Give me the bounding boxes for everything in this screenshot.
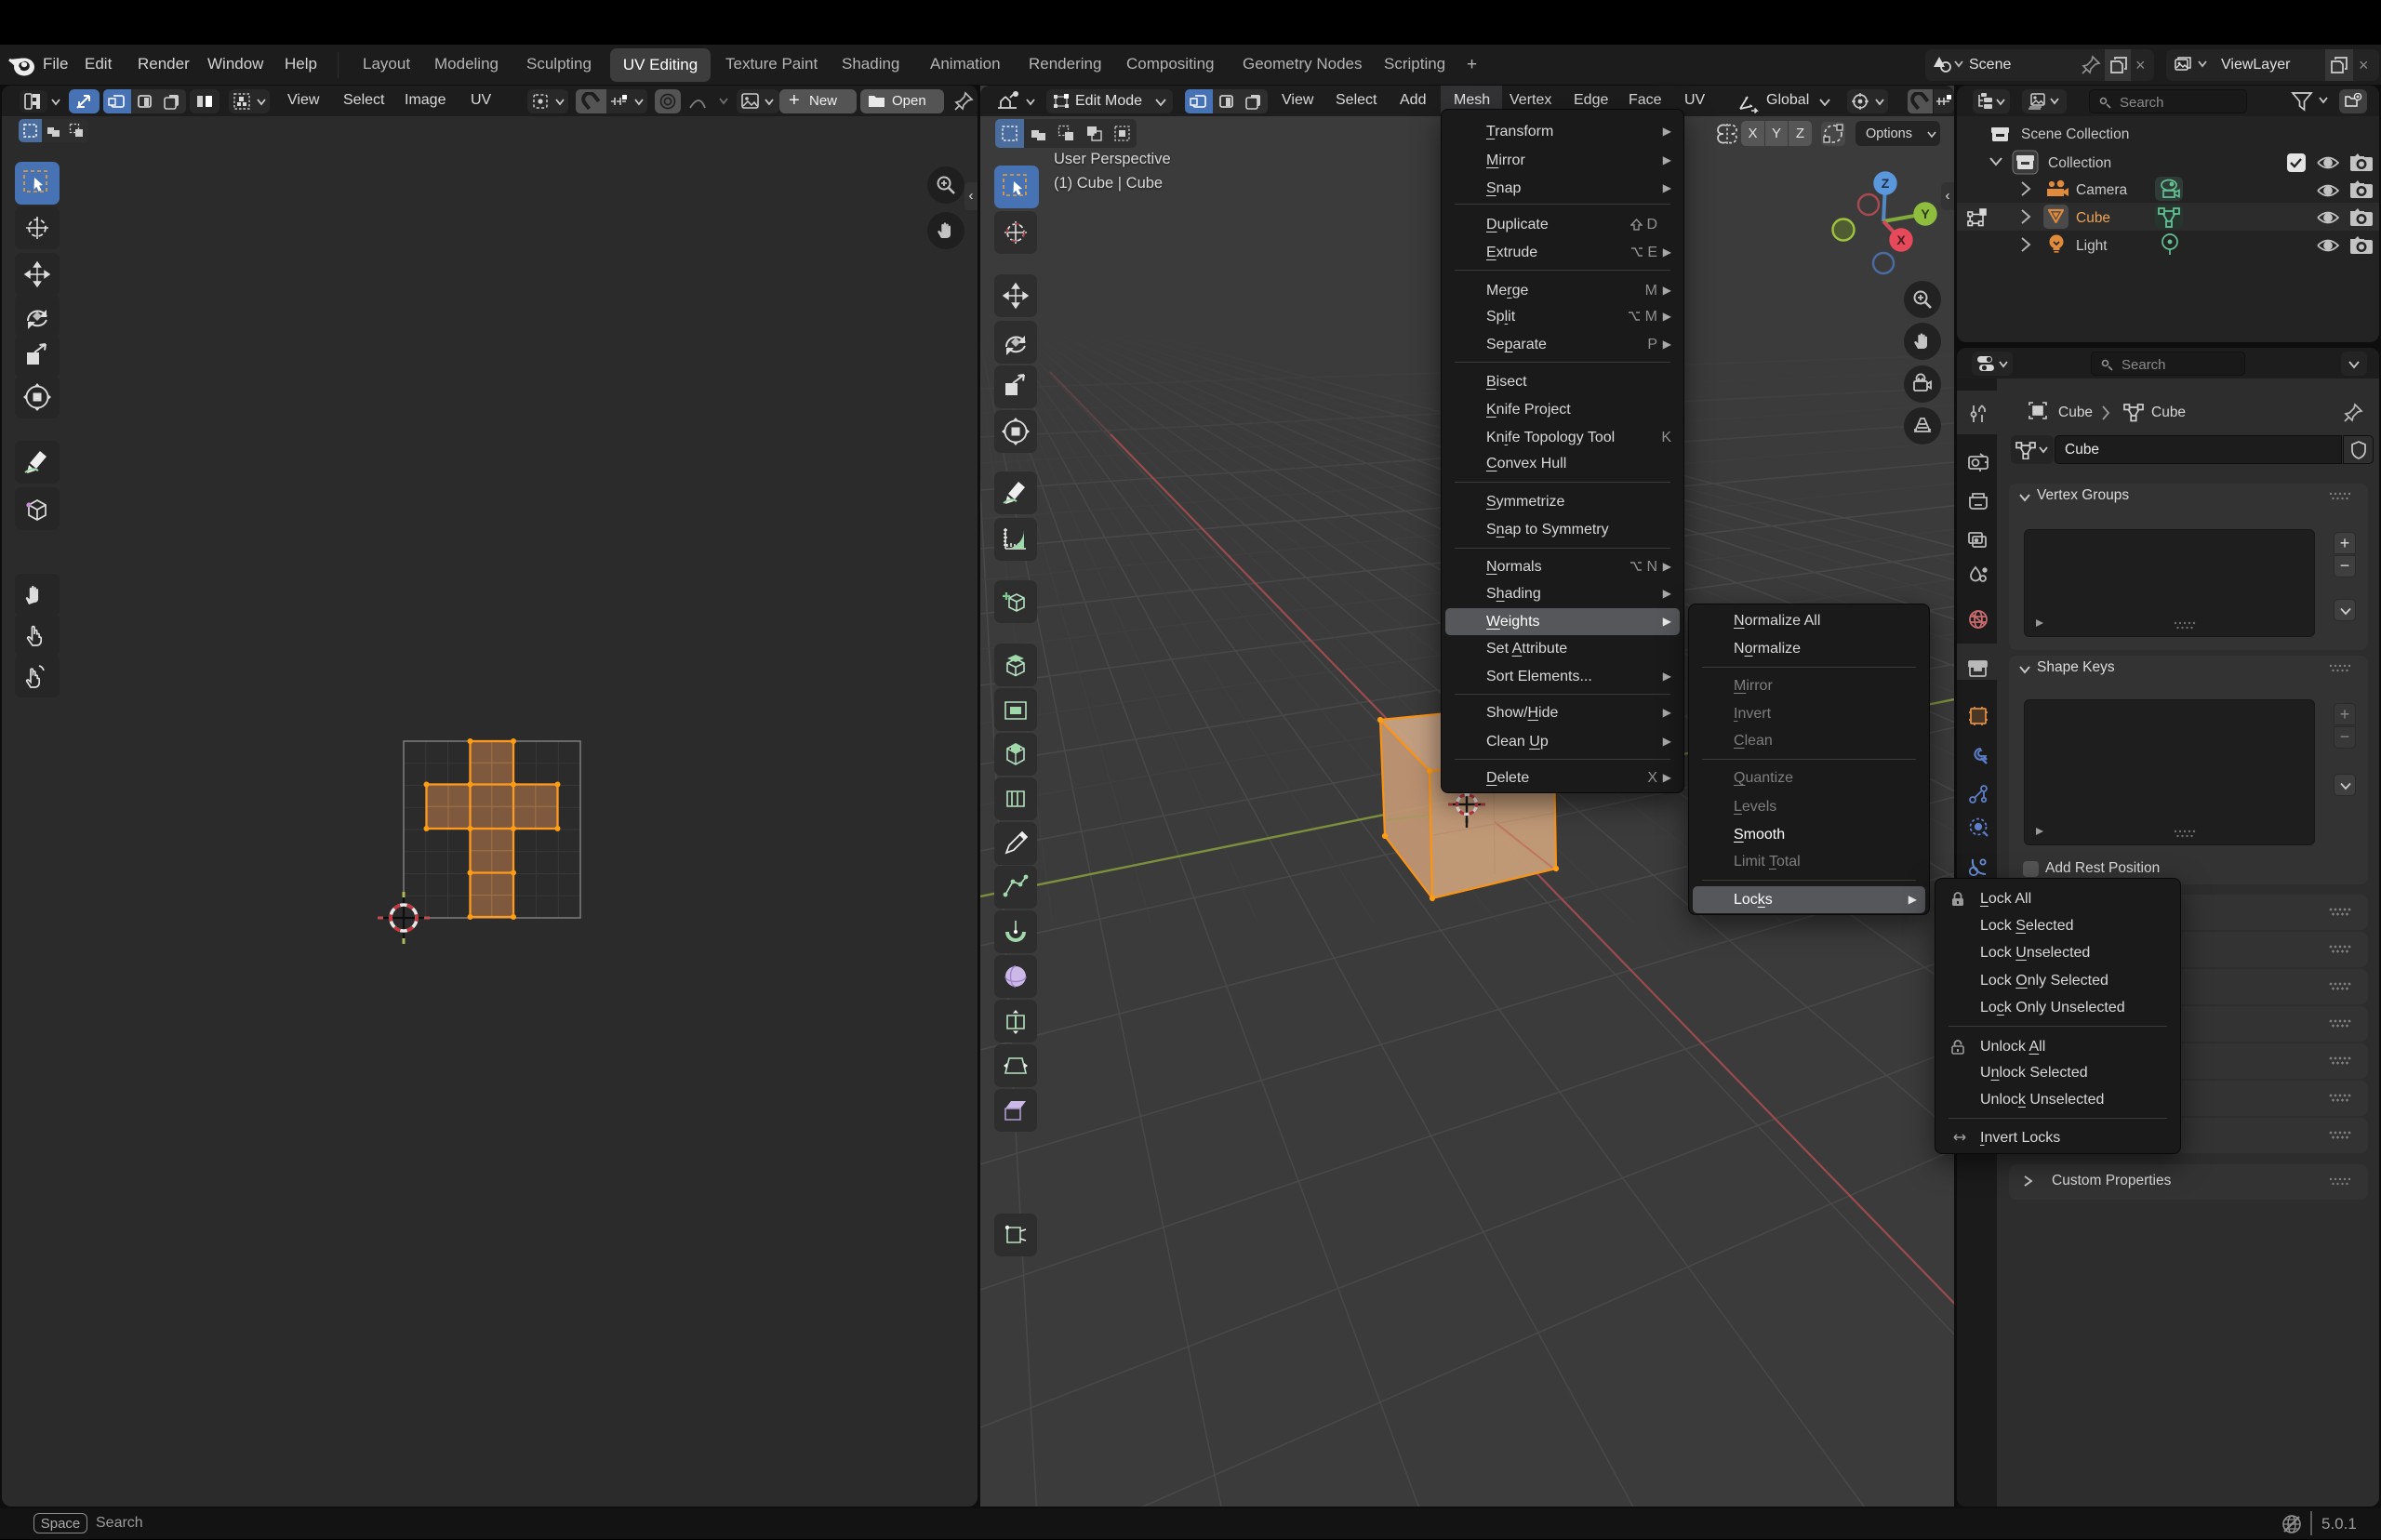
svg-text:X: X	[1896, 232, 1906, 247]
svg-text:Cube: Cube	[2076, 210, 2110, 226]
svg-text:Cube: Cube	[2151, 405, 2186, 420]
svg-text:Camera: Camera	[2076, 182, 2128, 198]
svg-text:Collection: Collection	[2048, 155, 2111, 171]
svg-text:Scene Collection: Scene Collection	[2021, 126, 2129, 142]
svg-text:Light: Light	[2076, 238, 2108, 254]
svg-text:Cube: Cube	[2058, 405, 2093, 420]
svg-text:Y: Y	[1921, 206, 1930, 221]
svg-text:Z: Z	[1882, 176, 1890, 191]
